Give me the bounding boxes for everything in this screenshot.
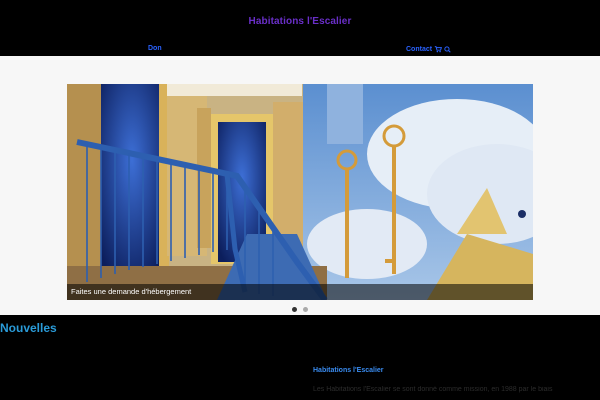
about-title: Habitations l'Escalier xyxy=(313,367,384,374)
caption-bar: Faites une demande d'hébergement xyxy=(67,284,533,300)
hero-carousel: Faites une demande d'hébergement xyxy=(0,56,600,315)
nav-link-contact-label: Contact xyxy=(406,45,433,53)
carousel-dots xyxy=(0,307,600,312)
cart-icon[interactable] xyxy=(434,45,443,53)
nav-link-don[interactable]: Don xyxy=(148,45,162,52)
carousel-dot-1[interactable] xyxy=(292,307,297,312)
carousel-dot-2[interactable] xyxy=(303,307,308,312)
news-heading: Nouvelles xyxy=(0,321,57,335)
nav-link-contact[interactable]: Contact xyxy=(406,45,451,53)
site-header: Habitations l'Escalier Don Contact xyxy=(0,0,600,56)
about-text: Les Habitations l'Escalier se sont donné… xyxy=(313,386,553,393)
carousel-slide[interactable]: Faites une demande d'hébergement xyxy=(67,84,533,300)
search-icon[interactable] xyxy=(444,45,451,53)
site-title[interactable]: Habitations l'Escalier xyxy=(0,16,600,27)
main-content: Nouvelles Habitations l'Escalier Les Hab… xyxy=(0,315,600,400)
slide-caption[interactable]: Faites une demande d'hébergement xyxy=(71,287,191,296)
stairwell-mural-image xyxy=(67,84,533,300)
